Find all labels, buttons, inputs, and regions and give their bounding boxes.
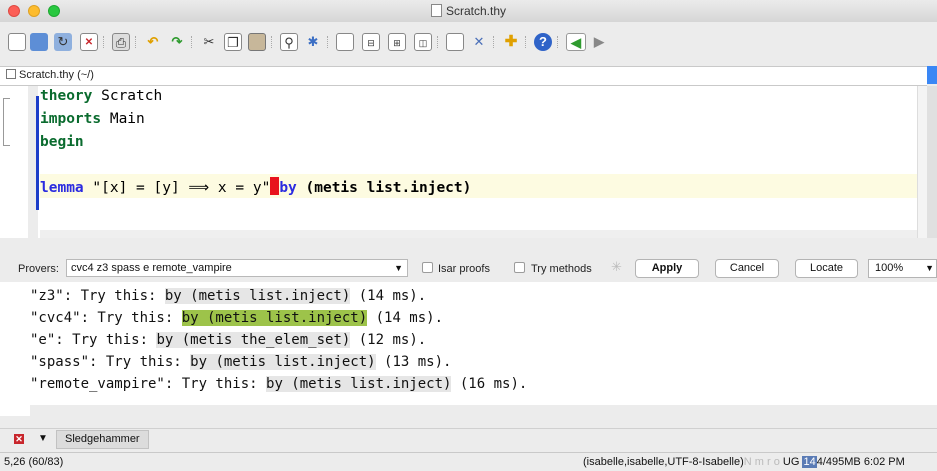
undo-icon[interactable]: ↶ [144, 33, 162, 51]
close-file-icon[interactable]: ✕ [80, 33, 98, 51]
title-bar: Scratch.thy [0, 0, 937, 23]
result-line: "spass": Try this: by (metis list.inject… [30, 354, 452, 370]
locate-button[interactable]: Locate [795, 259, 858, 278]
provers-label: Provers: [18, 263, 59, 275]
sledgehammer-output[interactable]: "z3": Try this: by (metis list.inject) (… [0, 282, 937, 416]
try-methods-label: Try methods [531, 263, 592, 275]
code-line[interactable]: begin [40, 134, 84, 150]
output-scroll-area[interactable] [30, 405, 937, 416]
copy-icon[interactable]: ❐ [224, 33, 242, 51]
plugin-icon[interactable]: ✚ [502, 33, 520, 51]
proof-suggestion-active[interactable]: by (metis list.inject) [181, 310, 368, 326]
cut-icon[interactable]: ✂ [200, 33, 218, 51]
find-replace-icon[interactable]: ✱ [304, 33, 322, 51]
chevron-down-icon[interactable]: ▼ [394, 260, 403, 276]
sledgehammer-controls: Provers: cvc4 z3 spass e remote_vampire ▼… [0, 254, 937, 282]
find-icon[interactable]: ⚲ [280, 33, 298, 51]
tab-scroll-button[interactable] [927, 66, 937, 84]
status-bar: 5,26 (60/83) (isabelle,isabelle,UTF-8-Is… [0, 452, 937, 471]
chevron-down-icon[interactable]: ▼ [38, 433, 48, 444]
zoom-select[interactable]: 100% ▼ [868, 259, 937, 278]
buffer-tab[interactable]: Scratch.thy (~/) [6, 69, 94, 81]
redo-icon[interactable]: ↷ [168, 33, 186, 51]
status-info: (isabelle,isabelle,UTF-8-Isabelle)N m r … [583, 456, 905, 468]
isar-proofs-checkbox[interactable] [422, 262, 433, 273]
forward-icon[interactable]: ▶ [590, 33, 608, 51]
result-line: "remote_vampire": Try this: by (metis li… [30, 376, 528, 392]
progress-spinner-icon: ✳ [611, 259, 622, 274]
window-title: Scratch.thy [0, 4, 937, 18]
code-line[interactable]: imports Main [40, 111, 145, 127]
new-view-icon[interactable] [336, 33, 354, 51]
close-icon[interactable]: ✕ [14, 434, 24, 444]
buffer-icon[interactable] [446, 33, 464, 51]
memory-indicator[interactable]: 14 [802, 456, 817, 468]
lemma-line[interactable]: lemma "[x] = [y] ⟹ x = y" by (metis list.… [40, 177, 471, 196]
proof-suggestion[interactable]: by (metis list.inject) [164, 288, 351, 304]
result-line: "z3": Try this: by (metis list.inject) (… [30, 288, 427, 304]
new-file-icon[interactable] [8, 33, 26, 51]
horizontal-scrollbar[interactable] [40, 230, 917, 238]
right-dock-strip [927, 86, 937, 238]
document-icon [430, 4, 442, 17]
toolbar: ↻ ✕ ⎙ ↶ ↷ ✂ ❐ ⚲ ✱ ⊟ ⊞ ◫ ✕ ✚ ? ◀ ▶ [0, 22, 937, 62]
cancel-button[interactable]: Cancel [715, 259, 779, 278]
caret-position[interactable]: 5,26 (60/83) [4, 456, 63, 468]
chevron-down-icon[interactable]: ▼ [925, 260, 934, 277]
overview-bar [36, 96, 39, 210]
paste-icon[interactable] [248, 33, 266, 51]
text-cursor [270, 177, 280, 195]
dock-bar: ✕ ▼ Sledgehammer [0, 428, 937, 451]
open-file-icon[interactable] [30, 33, 48, 51]
tab-sledgehammer[interactable]: Sledgehammer [56, 430, 149, 449]
back-icon[interactable]: ◀ [566, 33, 586, 51]
editor[interactable]: theory Scratch imports Main begin lemma … [0, 86, 928, 238]
buffer-tab-bar[interactable]: Scratch.thy (~/) [0, 66, 927, 86]
panel-splitter[interactable] [0, 238, 937, 254]
proof-suggestion[interactable]: by (metis list.inject) [266, 376, 452, 392]
proof-suggestion[interactable]: by (metis list.inject) [190, 354, 376, 370]
unfold-icon[interactable]: ⊞ [388, 33, 406, 51]
try-methods-checkbox[interactable] [514, 262, 525, 273]
buffer-icon [6, 69, 16, 79]
proof-suggestion[interactable]: by (metis the_elem_set) [156, 332, 351, 348]
result-line: "e": Try this: by (metis the_elem_set) (… [30, 332, 427, 348]
provers-field[interactable]: cvc4 z3 spass e remote_vampire ▼ [66, 259, 408, 277]
result-line: "cvc4": Try this: by (metis list.inject)… [30, 310, 444, 326]
isar-proofs-label: Isar proofs [438, 263, 490, 275]
fold-icon[interactable]: ⊟ [362, 33, 380, 51]
reload-icon[interactable]: ↻ [54, 33, 72, 51]
print-icon[interactable]: ⎙ [112, 33, 130, 51]
help-icon[interactable]: ? [534, 33, 552, 51]
code-line[interactable]: theory Scratch [40, 88, 162, 104]
fold-marker[interactable] [3, 98, 10, 146]
apply-button[interactable]: Apply [635, 259, 699, 278]
split-icon[interactable]: ◫ [414, 33, 432, 51]
fold-gutter[interactable] [0, 86, 12, 238]
tools-icon[interactable]: ✕ [470, 33, 488, 51]
